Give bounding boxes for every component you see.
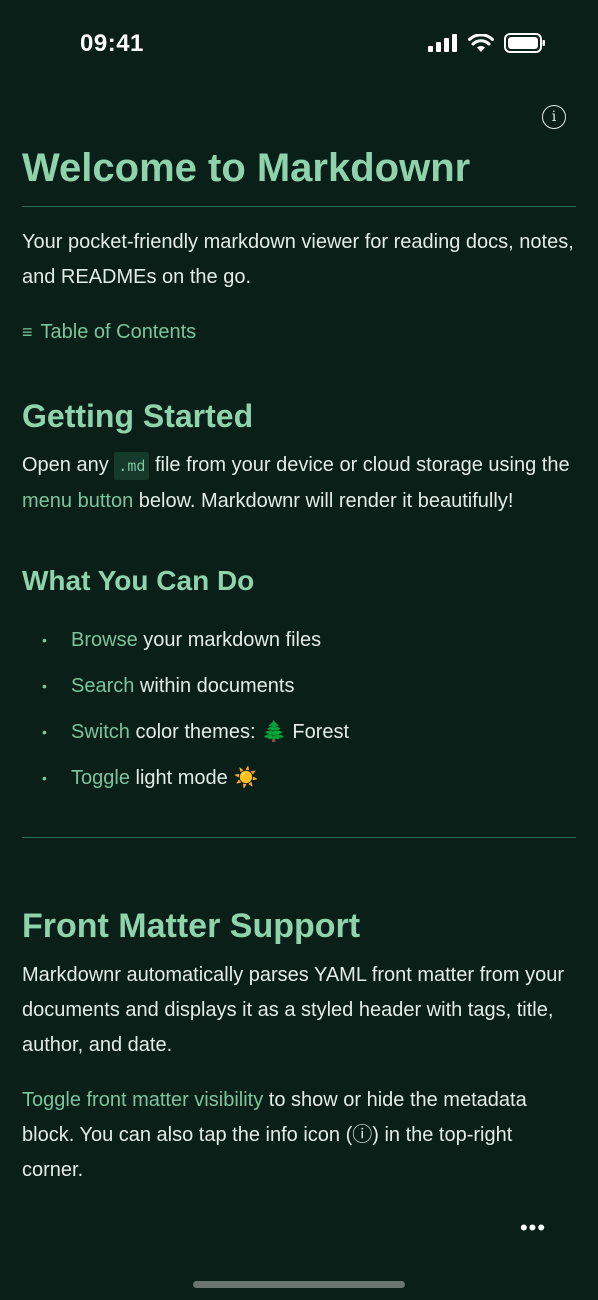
document-content: Welcome to Markdownr Your pocket-friendl… xyxy=(22,140,576,1188)
status-time: 09:41 xyxy=(80,30,144,57)
list-item-text: light mode xyxy=(129,767,228,789)
sun-icon: ☀️ xyxy=(233,767,259,789)
getting-started-paragraph: Open any .md file from your device or cl… xyxy=(22,448,576,519)
app-screen: 09:41 i Welcome to Markdownr Your pocket… xyxy=(0,0,598,1300)
more-options-button[interactable]: ••• xyxy=(502,1205,564,1251)
list-item-text: your markdown files xyxy=(137,629,322,651)
text-segment: Open any xyxy=(22,454,115,476)
list-icon: ≡ xyxy=(22,322,33,342)
list-item-text: within documents xyxy=(134,675,295,697)
text-segment: below. Markdownr will render it beautifu… xyxy=(133,490,514,512)
divider xyxy=(22,837,576,838)
browse-link[interactable]: Browse xyxy=(71,617,138,663)
heading-what-you-can-do: What You Can Do xyxy=(22,565,255,596)
bullet: • xyxy=(42,678,47,694)
toggle-front-matter-link[interactable]: Toggle front matter visibility xyxy=(22,1089,263,1111)
list-item: • Toggle light mode ☀️ xyxy=(42,755,576,801)
info-icon[interactable]: i xyxy=(542,105,566,129)
battery-icon xyxy=(504,33,545,53)
cellular-signal-icon xyxy=(428,34,457,52)
toggle-front-matter-paragraph: Toggle front matter visibility to show o… xyxy=(22,1083,576,1188)
intro-paragraph: Your pocket-friendly markdown viewer for… xyxy=(22,231,574,288)
home-indicator[interactable] xyxy=(193,1281,405,1288)
list-item-text: color themes: xyxy=(129,721,256,743)
page-title: Welcome to Markdownr xyxy=(22,140,576,207)
heading-getting-started: Getting Started xyxy=(22,398,254,434)
bullet: • xyxy=(42,632,47,648)
menu-button-link[interactable]: menu button xyxy=(22,490,133,512)
status-icons xyxy=(428,33,546,53)
search-link[interactable]: Search xyxy=(71,663,134,709)
toc-label: Table of Contents xyxy=(40,321,197,343)
tree-icon: 🌲 xyxy=(261,721,287,743)
bullet: • xyxy=(42,724,47,740)
status-bar: 09:41 xyxy=(0,0,598,88)
info-glyph: i xyxy=(551,109,557,125)
wifi-icon xyxy=(468,33,494,52)
front-matter-paragraph: Markdownr automatically parses YAML fron… xyxy=(22,964,565,1056)
ellipsis-icon: ••• xyxy=(519,1215,547,1240)
theme-name: Forest xyxy=(292,721,350,743)
inline-code: .md xyxy=(114,452,150,480)
text-segment: file from your device or cloud storage u… xyxy=(149,454,570,476)
list-item: • Browse your markdown files xyxy=(42,617,576,663)
table-of-contents-link[interactable]: ≡ Table of Contents xyxy=(22,315,576,350)
heading-front-matter-support: Front Matter Support xyxy=(22,907,361,945)
switch-theme-link[interactable]: Switch xyxy=(71,709,130,755)
feature-list: • Browse your markdown files • Search wi… xyxy=(22,617,576,801)
list-item: • Switch color themes: 🌲 Forest xyxy=(42,709,576,755)
list-item: • Search within documents xyxy=(42,663,576,709)
toggle-light-mode-link[interactable]: Toggle xyxy=(71,755,130,801)
bullet: • xyxy=(42,770,47,786)
